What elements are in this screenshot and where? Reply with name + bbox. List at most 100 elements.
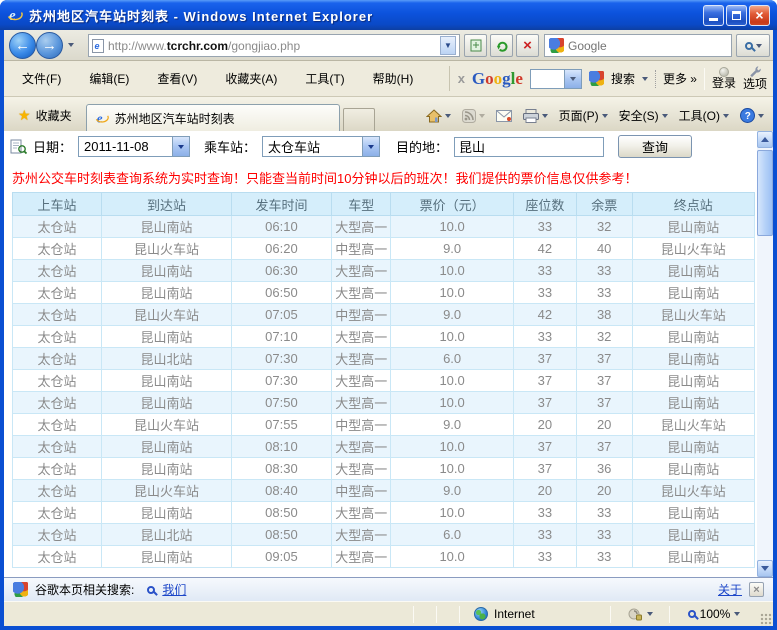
toolbar-close-icon[interactable]: x <box>458 71 465 86</box>
station-select[interactable]: 太仓车站 <box>262 136 380 157</box>
table-cell: 昆山南站 <box>102 370 232 392</box>
help-icon: ? <box>740 108 755 123</box>
table-cell: 太仓站 <box>13 524 102 546</box>
menu-item[interactable]: 文件(F) <box>10 67 73 90</box>
minimize-button[interactable] <box>703 5 724 26</box>
print-button[interactable] <box>518 106 553 126</box>
vertical-scrollbar[interactable] <box>757 131 773 577</box>
table-cell: 昆山火车站 <box>632 480 754 502</box>
menu-item[interactable]: 帮助(H) <box>361 67 426 90</box>
google-icon <box>589 71 604 86</box>
address-dropdown-icon[interactable]: ▼ <box>440 36 456 55</box>
safety-menu-button[interactable]: 安全(S) <box>614 104 673 127</box>
table-row: 太仓站昆山南站07:10大型高一10.03332昆山南站 <box>13 326 755 348</box>
table-cell: 10.0 <box>391 326 513 348</box>
table-cell: 33 <box>576 502 632 524</box>
protected-mode-panel[interactable] <box>611 608 669 621</box>
table-cell: 太仓站 <box>13 392 102 414</box>
resize-grip[interactable] <box>760 613 773 626</box>
notice-text: 苏州公交车时刻表查询系统为实时查询！只能查当前时间10分钟以后的班次！我们提供的… <box>4 162 757 192</box>
table-row: 太仓站昆山南站08:30大型高一10.03736昆山南站 <box>13 458 755 480</box>
table-cell: 37 <box>576 370 632 392</box>
menu-item[interactable]: 查看(V) <box>145 67 209 90</box>
menu-item[interactable]: 工具(T) <box>293 67 356 90</box>
table-cell: 大型高一 <box>332 348 391 370</box>
table-cell: 37 <box>513 458 576 480</box>
destination-input[interactable] <box>454 137 604 157</box>
svg-text:e: e <box>9 8 16 23</box>
browser-window: e 苏州地区汽车站时刻表 - Windows Internet Explorer… <box>0 0 777 630</box>
table-cell: 昆山南站 <box>632 546 754 568</box>
table-cell: 昆山南站 <box>632 348 754 370</box>
table-cell: 大型高一 <box>332 216 391 238</box>
toolbar-signin-button[interactable]: 登录 <box>712 67 736 90</box>
home-button[interactable] <box>421 106 456 126</box>
maximize-button[interactable] <box>726 5 747 26</box>
page-menu-button[interactable]: 页面(P) <box>554 104 613 127</box>
refresh-button[interactable] <box>490 34 513 57</box>
menu-item[interactable]: 收藏夹(A) <box>213 67 289 90</box>
footer-close-icon[interactable]: × <box>749 582 764 597</box>
mail-button[interactable] <box>491 107 517 125</box>
feeds-button[interactable] <box>457 106 490 126</box>
related-search-link[interactable]: 我们 <box>162 581 186 598</box>
toolbar-more-button[interactable]: 更多 » <box>663 70 697 87</box>
close-button[interactable]: × <box>749 5 770 26</box>
table-cell: 大型高一 <box>332 282 391 304</box>
menu-item[interactable]: 编辑(E) <box>77 67 141 90</box>
search-menu-icon[interactable] <box>642 77 648 81</box>
table-cell: 昆山火车站 <box>102 238 232 260</box>
about-link[interactable]: 关于 <box>718 581 742 598</box>
table-cell: 昆山火车站 <box>632 238 754 260</box>
search-button[interactable] <box>736 34 770 57</box>
search-box[interactable] <box>544 34 732 57</box>
google-toolbar: x Google 搜索 更多 » 登录 选项 <box>449 66 767 91</box>
column-header: 发车时间 <box>231 193 331 216</box>
table-cell: 10.0 <box>391 216 513 238</box>
active-tab[interactable]: e 苏州地区汽车站时刻表 <box>86 104 340 131</box>
scroll-up-button[interactable] <box>757 131 773 148</box>
table-cell: 昆山南站 <box>632 392 754 414</box>
scroll-down-button[interactable] <box>757 560 773 577</box>
table-cell: 太仓站 <box>13 436 102 458</box>
table-cell: 昆山南站 <box>102 502 232 524</box>
scrollbar-thumb[interactable] <box>757 150 773 236</box>
form-icon <box>10 139 27 155</box>
table-cell: 昆山南站 <box>632 216 754 238</box>
toolbar-options-button[interactable]: 选项 <box>743 66 767 91</box>
favorites-button[interactable]: ★ 收藏夹 <box>8 103 82 128</box>
zoom-control[interactable]: 100% <box>670 607 758 621</box>
forward-button[interactable]: → <box>36 32 63 59</box>
google-footer-bar: 谷歌本页相关搜索: 我们 关于 × <box>4 577 773 601</box>
back-button[interactable]: ← <box>9 32 36 59</box>
search-input[interactable] <box>568 39 727 53</box>
table-cell: 33 <box>513 260 576 282</box>
query-form: 日期： 2011-11-08 乘车站： 太仓车站 目的地： 查询 <box>4 131 757 162</box>
toolbar-search-button[interactable]: 搜索 <box>611 70 635 87</box>
toolbar-search-combo[interactable] <box>530 69 582 89</box>
table-cell: 中型高一 <box>332 480 391 502</box>
rss-icon <box>462 109 476 123</box>
table-cell: 07:05 <box>231 304 331 326</box>
compatibility-view-button[interactable] <box>464 34 487 57</box>
history-dropdown-icon[interactable] <box>68 43 74 47</box>
search-options-icon[interactable] <box>756 44 762 48</box>
table-cell: 太仓站 <box>13 480 102 502</box>
table-cell: 10.0 <box>391 502 513 524</box>
stop-button[interactable]: × <box>516 34 539 57</box>
ie-tab-icon: e <box>95 111 109 125</box>
new-tab-stub[interactable] <box>343 108 375 131</box>
table-cell: 42 <box>513 238 576 260</box>
address-bar[interactable]: e http://www.tcrchr.com/gongjiao.php ▼ <box>88 34 460 57</box>
table-cell: 33 <box>576 260 632 282</box>
column-header: 座位数 <box>513 193 576 216</box>
table-cell: 太仓站 <box>13 304 102 326</box>
google-icon <box>549 38 564 53</box>
table-cell: 太仓站 <box>13 414 102 436</box>
table-cell: 昆山南站 <box>632 524 754 546</box>
table-row: 太仓站昆山南站06:30大型高一10.03333昆山南站 <box>13 260 755 282</box>
date-select[interactable]: 2011-11-08 <box>78 136 190 157</box>
tools-menu-button[interactable]: 工具(O) <box>674 104 734 127</box>
query-button[interactable]: 查询 <box>618 135 692 158</box>
help-button[interactable]: ? <box>735 105 769 126</box>
